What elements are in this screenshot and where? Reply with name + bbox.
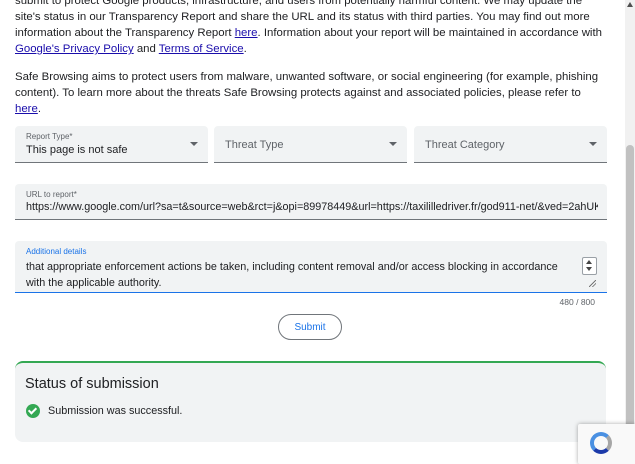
intro-text-4: . — [243, 43, 247, 55]
terms-of-service-link[interactable]: Terms of Service — [159, 43, 244, 55]
resize-handle-icon[interactable] — [589, 280, 596, 287]
scrollbar-thumb[interactable] — [626, 145, 634, 445]
scroll-spinner-icon[interactable] — [582, 257, 597, 275]
recaptcha-badge[interactable] — [578, 424, 635, 464]
additional-details-textarea[interactable]: Additional details that appropriate enfo… — [15, 241, 607, 293]
url-label: URL to report* — [26, 190, 77, 199]
chevron-down-icon — [190, 142, 198, 146]
scroll-up-arrow-icon[interactable] — [627, 2, 633, 7]
report-type-select[interactable]: Report Type* This page is not safe — [15, 126, 208, 163]
chevron-down-icon — [589, 142, 597, 146]
url-value: https://www.google.com/url?sa=t&source=w… — [26, 201, 598, 213]
safe-browsing-text-2: . — [37, 103, 41, 115]
intro-paragraph: submit to protect Google products, infra… — [15, 0, 605, 57]
threats-policy-link[interactable]: here — [15, 103, 38, 115]
page-scrollbar[interactable] — [625, 0, 635, 455]
character-counter: 480 / 800 — [559, 297, 595, 307]
report-type-label: Report Type* — [26, 132, 73, 141]
intro-text-2: . Information about your report will be … — [257, 27, 602, 39]
intro-text-3: and — [133, 43, 159, 55]
check-circle-icon — [26, 404, 40, 418]
submission-status-card: Status of submission Submission was succ… — [15, 361, 606, 442]
additional-details-label: Additional details — [26, 247, 87, 256]
chevron-down-icon — [389, 142, 397, 146]
threat-type-placeholder: Threat Type — [225, 139, 284, 151]
additional-details-value: that appropriate enforcement actions be … — [26, 261, 558, 289]
submit-button[interactable]: Submit — [278, 314, 342, 340]
privacy-policy-link[interactable]: Google's Privacy Policy — [15, 43, 134, 55]
threat-category-select[interactable]: Threat Category — [414, 126, 607, 163]
threat-type-select[interactable]: Threat Type — [214, 126, 407, 163]
status-title: Status of submission — [25, 376, 159, 392]
safe-browsing-text: Safe Browsing aims to protect users from… — [15, 71, 599, 99]
report-type-value: This page is not safe — [26, 144, 128, 156]
threat-category-placeholder: Threat Category — [425, 139, 505, 151]
report-page: submit to protect Google products, infra… — [0, 0, 625, 455]
transparency-report-link[interactable]: here — [235, 27, 258, 39]
recaptcha-logo-icon — [590, 432, 612, 454]
url-input[interactable]: URL to report* https://www.google.com/ur… — [15, 184, 607, 220]
status-message: Submission was successful. — [48, 405, 183, 417]
safe-browsing-paragraph: Safe Browsing aims to protect users from… — [15, 69, 605, 117]
